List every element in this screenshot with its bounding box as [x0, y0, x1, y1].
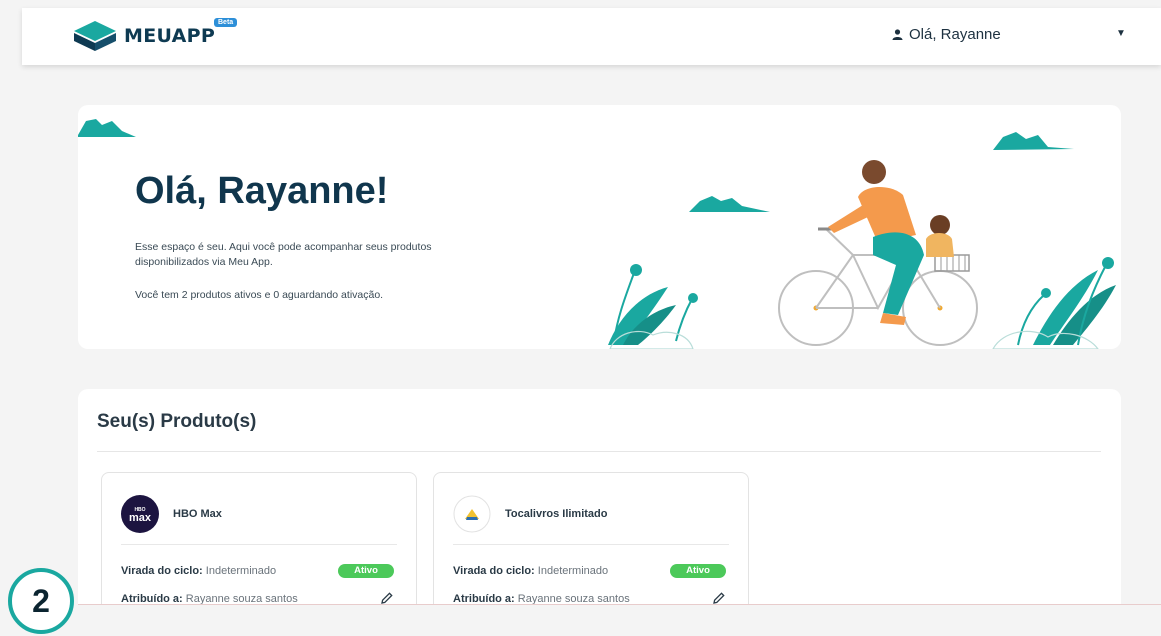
welcome-banner: Olá, Rayanne! Esse espaço é seu. Aqui vo…	[78, 105, 1121, 349]
product-status-summary: Você tem 2 produtos ativos e 0 aguardand…	[135, 289, 384, 301]
welcome-illustration	[78, 119, 1116, 349]
card-header: Tocalivros Ilimitado	[453, 495, 608, 533]
caret-down-icon[interactable]: ▼	[1116, 28, 1126, 39]
divider	[97, 451, 1101, 452]
products-section: Seu(s) Produto(s) HBO max HBO Max Virada…	[78, 389, 1121, 636]
user-greeting: Olá, Rayanne	[909, 26, 1001, 43]
hbo-max-logo-icon: HBO max	[121, 495, 159, 533]
cycle-value: Indeterminado	[205, 565, 277, 577]
status-badge: Ativo	[338, 564, 394, 578]
product-name: HBO Max	[173, 508, 222, 520]
products-title: Seu(s) Produto(s)	[97, 411, 257, 432]
status-badge: Ativo	[670, 564, 726, 578]
app-logo[interactable]: MEUAPP Beta	[72, 18, 238, 54]
card-header: HBO max HBO Max	[121, 495, 222, 533]
beta-badge: Beta	[214, 18, 238, 27]
top-navbar: MEUAPP Beta Olá, Rayanne ▼	[22, 8, 1161, 65]
tocalivros-logo-icon	[453, 495, 491, 533]
pencil-icon[interactable]	[713, 592, 725, 604]
cycle-label: Virada do ciclo:	[121, 565, 203, 577]
welcome-description: Esse espaço é seu. Aqui você pode acompa…	[135, 241, 432, 268]
product-name: Tocalivros Ilimitado	[505, 508, 608, 520]
pencil-icon[interactable]	[381, 592, 393, 604]
divider	[453, 544, 729, 545]
step-number: 2	[32, 582, 50, 619]
person-icon	[892, 29, 903, 40]
svg-text:max: max	[129, 512, 152, 524]
logo-text: MEUAPP	[124, 25, 216, 47]
step-number-badge: 2	[8, 568, 74, 634]
cycle-row: Virada do ciclo: Indeterminado	[453, 565, 608, 577]
page-bottom-edge	[78, 604, 1161, 636]
welcome-title: Olá, Rayanne!	[135, 170, 389, 212]
cycle-value: Indeterminado	[537, 565, 609, 577]
cycle-label: Virada do ciclo:	[453, 565, 535, 577]
user-menu[interactable]: Olá, Rayanne	[892, 26, 1001, 43]
logo-cube-icon	[74, 21, 116, 51]
divider	[121, 544, 397, 545]
cycle-row: Virada do ciclo: Indeterminado	[121, 565, 276, 577]
